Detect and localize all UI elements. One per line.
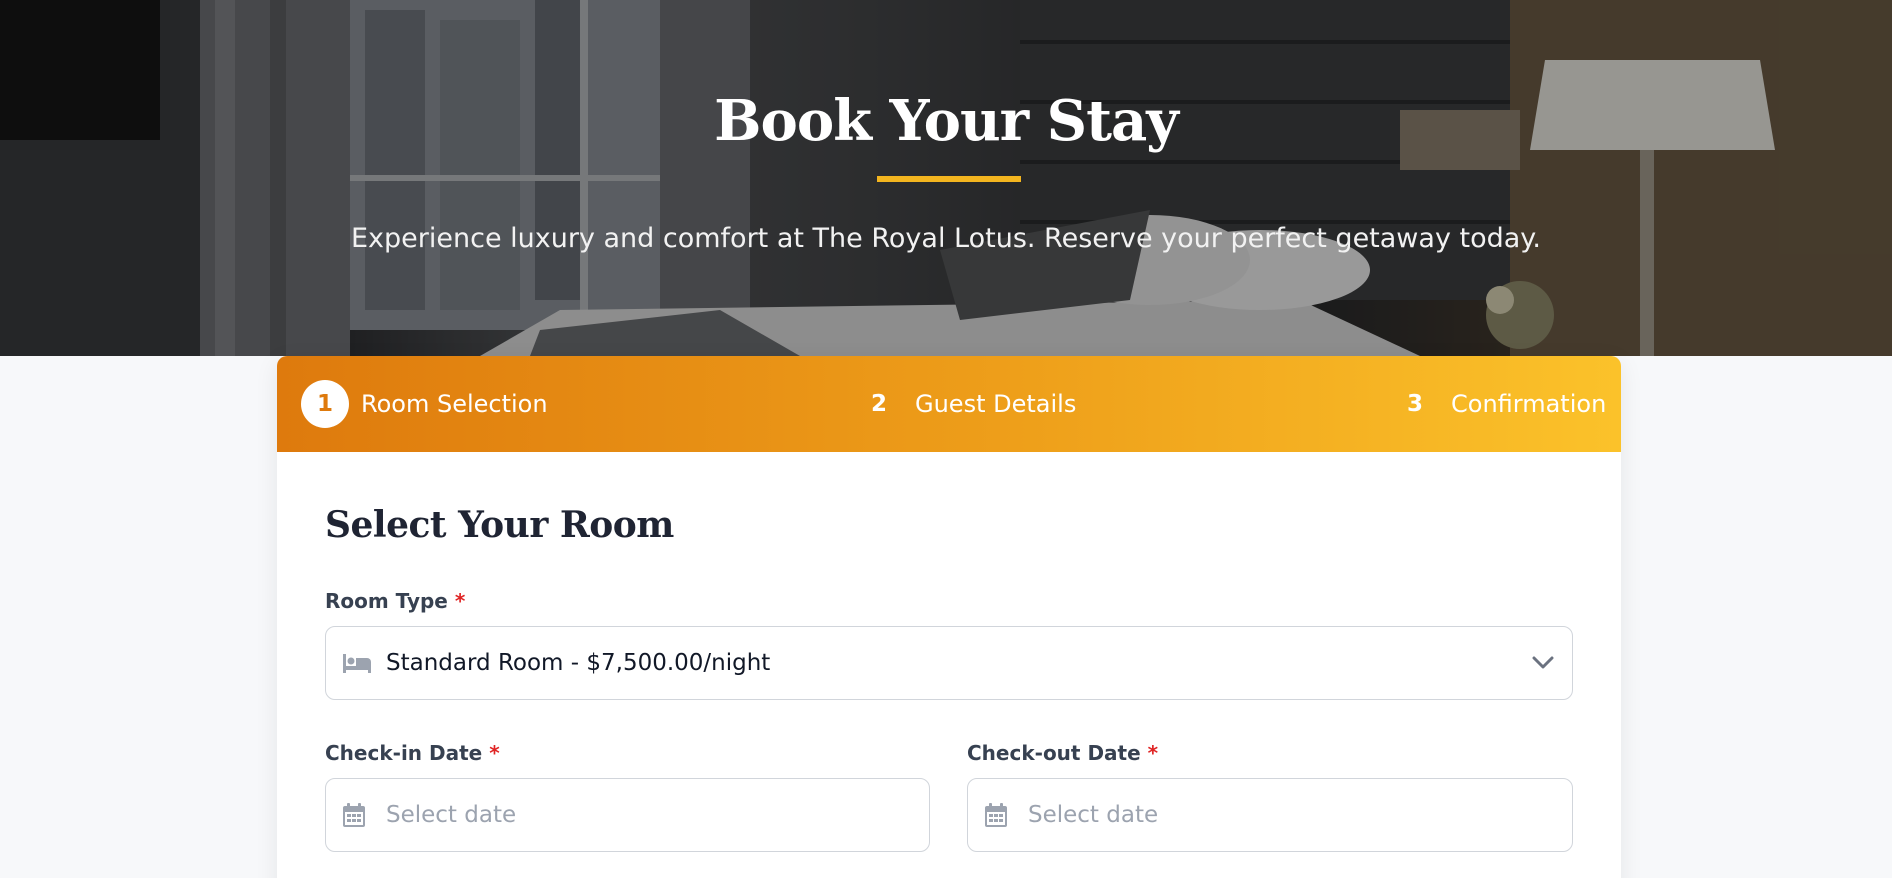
check-in-placeholder: Select date (386, 802, 517, 828)
calendar-icon (342, 802, 366, 828)
section-title: Select Your Room (325, 504, 674, 546)
required-mark: * (1147, 741, 1159, 765)
step-label: Room Selection (361, 390, 548, 418)
room-type-label: Room Type * (325, 589, 465, 613)
hero-subtitle: Experience luxury and comfort at The Roy… (350, 223, 1542, 254)
calendar-icon (984, 802, 1008, 828)
progress-steps: 1 Room Selection 2 Guest Details 3 Confi… (277, 356, 1621, 452)
room-type-label-text: Room Type (325, 589, 448, 613)
step-label: Guest Details (915, 390, 1077, 418)
step-label: Confirmation (1451, 390, 1607, 418)
required-mark: * (489, 741, 500, 765)
hero-banner: Book Your Stay Experience luxury and com… (0, 0, 1892, 356)
check-out-placeholder: Select date (1028, 802, 1159, 828)
page-title: Book Your Stay (714, 88, 1179, 154)
room-type-select[interactable]: Standard Room - $7,500.00/night (325, 626, 1573, 700)
step-number: 2 (870, 391, 887, 417)
booking-card: 1 Room Selection 2 Guest Details 3 Confi… (277, 356, 1621, 878)
step-number: 3 (1406, 391, 1423, 417)
check-in-label-text: Check-in Date (325, 741, 483, 765)
room-type-value: Standard Room - $7,500.00/night (386, 650, 771, 676)
check-out-date-field[interactable]: Select date (967, 778, 1573, 852)
required-mark: * (454, 589, 466, 613)
bed-icon (342, 652, 372, 674)
step-number: 1 (301, 380, 349, 428)
step-confirmation[interactable]: 3 Confirmation (1391, 356, 1606, 452)
check-out-label: Check-out Date * (967, 741, 1158, 765)
chevron-down-icon (1532, 656, 1554, 670)
step-guest-details[interactable]: 2 Guest Details (855, 356, 1076, 452)
check-in-label: Check-in Date * (325, 741, 500, 765)
check-out-label-text: Check-out Date (967, 741, 1141, 765)
title-underline (877, 176, 1021, 182)
check-in-date-field[interactable]: Select date (325, 778, 930, 852)
step-room-selection[interactable]: 1 Room Selection (301, 356, 548, 452)
